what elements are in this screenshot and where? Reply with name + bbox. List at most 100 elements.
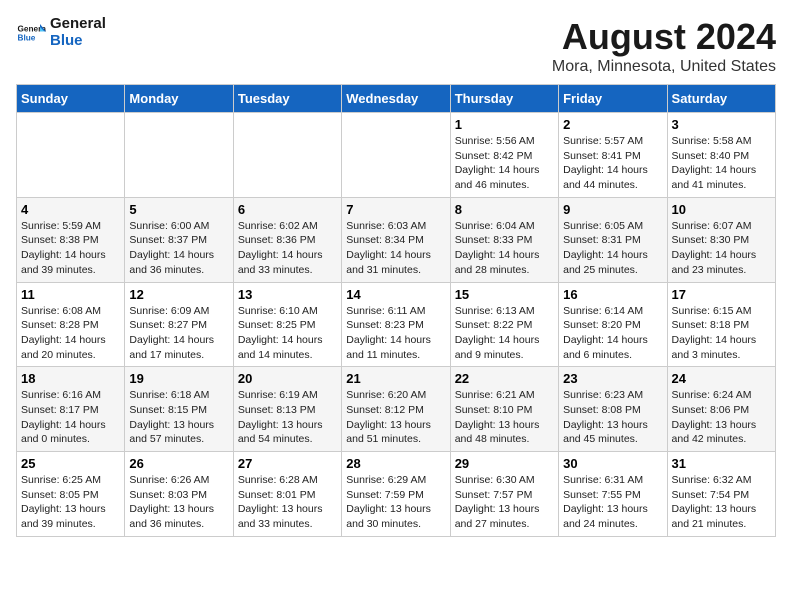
calendar-cell: 25Sunrise: 6:25 AM Sunset: 8:05 PM Dayli… xyxy=(17,452,125,537)
calendar-cell: 12 Sunrise: 6:09 AM Sunset: 8:27 PM Dayli… xyxy=(125,282,233,367)
day-number: 8 xyxy=(455,202,554,217)
calendar-cell: 14 Sunrise: 6:11 AM Sunset: 8:23 PM Dayli… xyxy=(342,282,450,367)
calendar-cell: 15Sunrise: 6:13 AM Sunset: 8:22 PM Dayli… xyxy=(450,282,558,367)
calendar-cell: 29Sunrise: 6:30 AM Sunset: 7:57 PM Dayli… xyxy=(450,452,558,537)
day-info: Sunrise: 6:10 AM Sunset: 8:25 PM Dayligh… xyxy=(238,304,337,363)
day-info: Sunrise: 6:26 AM Sunset: 8:03 PM Dayligh… xyxy=(129,473,228,532)
page-subtitle: Mora, Minnesota, United States xyxy=(552,58,776,76)
day-number: 28 xyxy=(346,456,445,471)
week-row-4: 18Sunrise: 6:16 AM Sunset: 8:17 PM Dayli… xyxy=(17,367,776,452)
page-title: August 2024 xyxy=(552,16,776,58)
calendar-header: SundayMondayTuesdayWednesdayThursdayFrid… xyxy=(17,85,776,113)
header-cell-monday: Monday xyxy=(125,85,233,113)
week-row-1: 1Sunrise: 5:56 AM Sunset: 8:42 PM Daylig… xyxy=(17,113,776,198)
calendar-cell: 11 Sunrise: 6:08 AM Sunset: 8:28 PM Dayli… xyxy=(17,282,125,367)
day-info: Sunrise: 6:07 AM Sunset: 8:30 PM Dayligh… xyxy=(672,219,771,278)
day-info: Sunrise: 6:14 AM Sunset: 8:20 PM Dayligh… xyxy=(563,304,662,363)
logo: General Blue General Blue xyxy=(16,16,106,49)
header-cell-saturday: Saturday xyxy=(667,85,775,113)
calendar-cell: 28 Sunrise: 6:29 AM Sunset: 7:59 PM Dayli… xyxy=(342,452,450,537)
day-number: 4 xyxy=(21,202,120,217)
day-number: 5 xyxy=(129,202,228,217)
day-number: 16 xyxy=(563,287,662,302)
day-info: Sunrise: 6:20 AM Sunset: 8:12 PM Dayligh… xyxy=(346,388,445,447)
calendar-cell: 2 Sunrise: 5:57 AM Sunset: 8:41 PM Daylig… xyxy=(559,113,667,198)
day-info: Sunrise: 6:29 AM Sunset: 7:59 PM Dayligh… xyxy=(346,473,445,532)
day-number: 7 xyxy=(346,202,445,217)
calendar-table: SundayMondayTuesdayWednesdayThursdayFrid… xyxy=(16,84,776,537)
day-number: 26 xyxy=(129,456,228,471)
day-info: Sunrise: 6:13 AM Sunset: 8:22 PM Dayligh… xyxy=(455,304,554,363)
calendar-cell: 19Sunrise: 6:18 AM Sunset: 8:15 PM Dayli… xyxy=(125,367,233,452)
calendar-cell: 20Sunrise: 6:19 AM Sunset: 8:13 PM Dayli… xyxy=(233,367,341,452)
day-number: 31 xyxy=(672,456,771,471)
calendar-cell: 30 Sunrise: 6:31 AM Sunset: 7:55 PM Dayli… xyxy=(559,452,667,537)
week-row-5: 25Sunrise: 6:25 AM Sunset: 8:05 PM Dayli… xyxy=(17,452,776,537)
header-cell-friday: Friday xyxy=(559,85,667,113)
day-info: Sunrise: 5:57 AM Sunset: 8:41 PM Dayligh… xyxy=(563,134,662,193)
calendar-cell: 6 Sunrise: 6:02 AM Sunset: 8:36 PM Daylig… xyxy=(233,197,341,282)
day-info: Sunrise: 6:08 AM Sunset: 8:28 PM Dayligh… xyxy=(21,304,120,363)
day-info: Sunrise: 5:58 AM Sunset: 8:40 PM Dayligh… xyxy=(672,134,771,193)
day-info: Sunrise: 6:19 AM Sunset: 8:13 PM Dayligh… xyxy=(238,388,337,447)
day-number: 12 xyxy=(129,287,228,302)
day-info: Sunrise: 6:25 AM Sunset: 8:05 PM Dayligh… xyxy=(21,473,120,532)
day-number: 24 xyxy=(672,371,771,386)
day-info: Sunrise: 6:04 AM Sunset: 8:33 PM Dayligh… xyxy=(455,219,554,278)
day-number: 27 xyxy=(238,456,337,471)
day-info: Sunrise: 6:09 AM Sunset: 8:27 PM Dayligh… xyxy=(129,304,228,363)
day-number: 11 xyxy=(21,287,120,302)
header-cell-thursday: Thursday xyxy=(450,85,558,113)
header-cell-sunday: Sunday xyxy=(17,85,125,113)
calendar-cell: 17Sunrise: 6:15 AM Sunset: 8:18 PM Dayli… xyxy=(667,282,775,367)
day-number: 30 xyxy=(563,456,662,471)
day-number: 6 xyxy=(238,202,337,217)
logo-icon: General Blue xyxy=(16,21,46,45)
calendar-cell xyxy=(17,113,125,198)
day-number: 1 xyxy=(455,117,554,132)
calendar-cell: 24 Sunrise: 6:24 AM Sunset: 8:06 PM Dayli… xyxy=(667,367,775,452)
day-info: Sunrise: 6:31 AM Sunset: 7:55 PM Dayligh… xyxy=(563,473,662,532)
day-number: 17 xyxy=(672,287,771,302)
day-number: 29 xyxy=(455,456,554,471)
calendar-cell: 22 Sunrise: 6:21 AM Sunset: 8:10 PM Dayli… xyxy=(450,367,558,452)
day-number: 3 xyxy=(672,117,771,132)
day-number: 13 xyxy=(238,287,337,302)
header-row: SundayMondayTuesdayWednesdayThursdayFrid… xyxy=(17,85,776,113)
calendar-cell xyxy=(125,113,233,198)
calendar-body: 1Sunrise: 5:56 AM Sunset: 8:42 PM Daylig… xyxy=(17,113,776,537)
day-info: Sunrise: 6:23 AM Sunset: 8:08 PM Dayligh… xyxy=(563,388,662,447)
calendar-cell: 23 Sunrise: 6:23 AM Sunset: 8:08 PM Dayli… xyxy=(559,367,667,452)
day-info: Sunrise: 6:02 AM Sunset: 8:36 PM Dayligh… xyxy=(238,219,337,278)
calendar-cell: 4 Sunrise: 5:59 AM Sunset: 8:38 PM Daylig… xyxy=(17,197,125,282)
calendar-cell: 5 Sunrise: 6:00 AM Sunset: 8:37 PM Daylig… xyxy=(125,197,233,282)
calendar-cell: 8 Sunrise: 6:04 AM Sunset: 8:33 PM Daylig… xyxy=(450,197,558,282)
calendar-cell: 7 Sunrise: 6:03 AM Sunset: 8:34 PM Daylig… xyxy=(342,197,450,282)
header-cell-wednesday: Wednesday xyxy=(342,85,450,113)
day-info: Sunrise: 5:59 AM Sunset: 8:38 PM Dayligh… xyxy=(21,219,120,278)
calendar-cell: 3 Sunrise: 5:58 AM Sunset: 8:40 PM Daylig… xyxy=(667,113,775,198)
week-row-2: 4 Sunrise: 5:59 AM Sunset: 8:38 PM Daylig… xyxy=(17,197,776,282)
calendar-cell: 26 Sunrise: 6:26 AM Sunset: 8:03 PM Dayli… xyxy=(125,452,233,537)
calendar-cell: 16 Sunrise: 6:14 AM Sunset: 8:20 PM Dayli… xyxy=(559,282,667,367)
day-info: Sunrise: 6:32 AM Sunset: 7:54 PM Dayligh… xyxy=(672,473,771,532)
day-info: Sunrise: 6:21 AM Sunset: 8:10 PM Dayligh… xyxy=(455,388,554,447)
day-number: 19 xyxy=(129,371,228,386)
svg-text:Blue: Blue xyxy=(18,33,36,42)
day-info: Sunrise: 6:28 AM Sunset: 8:01 PM Dayligh… xyxy=(238,473,337,532)
day-number: 14 xyxy=(346,287,445,302)
logo-general: General xyxy=(50,16,106,33)
calendar-cell: 21Sunrise: 6:20 AM Sunset: 8:12 PM Dayli… xyxy=(342,367,450,452)
day-number: 2 xyxy=(563,117,662,132)
day-number: 18 xyxy=(21,371,120,386)
day-info: Sunrise: 6:00 AM Sunset: 8:37 PM Dayligh… xyxy=(129,219,228,278)
header: General Blue General Blue August 2024 Mo… xyxy=(16,16,776,76)
day-number: 23 xyxy=(563,371,662,386)
day-info: Sunrise: 6:03 AM Sunset: 8:34 PM Dayligh… xyxy=(346,219,445,278)
day-info: Sunrise: 6:24 AM Sunset: 8:06 PM Dayligh… xyxy=(672,388,771,447)
calendar-cell xyxy=(233,113,341,198)
day-info: Sunrise: 6:11 AM Sunset: 8:23 PM Dayligh… xyxy=(346,304,445,363)
day-info: Sunrise: 6:05 AM Sunset: 8:31 PM Dayligh… xyxy=(563,219,662,278)
day-number: 22 xyxy=(455,371,554,386)
logo-blue: Blue xyxy=(50,33,106,50)
